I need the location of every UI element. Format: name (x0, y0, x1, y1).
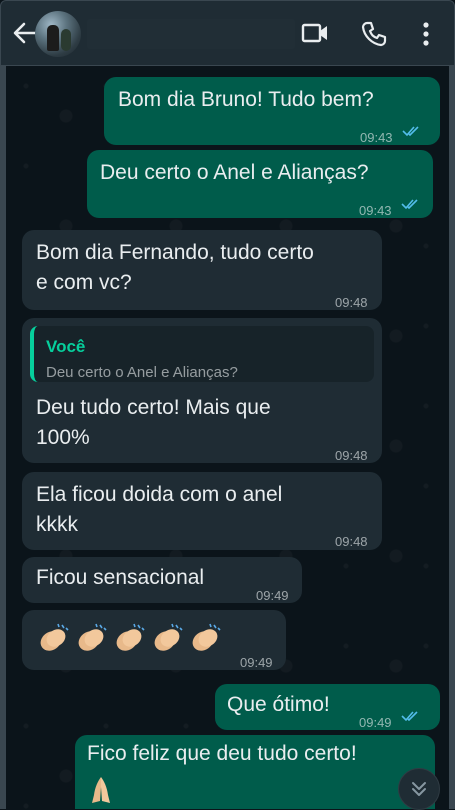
clapping-hands-icon (192, 623, 221, 651)
message-time: 09:43 (360, 130, 393, 145)
message-text: Deu certo o Anel e Alianças? (100, 161, 369, 184)
message-text-line: Deu tudo certo! Mais que (36, 396, 271, 419)
message-text-line: Ela ficou doida com o anel (36, 483, 283, 506)
folded-hands-icon (92, 777, 110, 803)
quoted-text: Deu certo o Anel e Alianças? (46, 364, 238, 381)
message-text-line: e com vc? (36, 271, 132, 294)
read-ticks-icon (401, 199, 418, 210)
avatar[interactable] (35, 11, 81, 57)
contact-name-redacted[interactable] (87, 19, 295, 49)
message-time: 09:48 (335, 295, 368, 310)
scroll-to-bottom-button[interactable] (398, 768, 440, 810)
arrow-left-icon[interactable] (11, 19, 37, 47)
clapping-hands-icon (116, 623, 145, 651)
message-outgoing[interactable]: Que ótimo! 09:49 (215, 684, 440, 730)
message-outgoing[interactable]: Fico feliz que deu tudo certo! (75, 735, 435, 809)
message-text: Que ótimo! (227, 693, 330, 716)
clapping-hands-row (36, 622, 226, 665)
message-time: 09:43 (359, 203, 392, 218)
message-incoming-emoji[interactable]: 09:49 (22, 610, 286, 670)
message-time: 09:49 (240, 655, 273, 670)
message-outgoing[interactable]: Bom dia Bruno! Tudo bem? 09:43 (104, 77, 440, 145)
clapping-hands-icon (40, 623, 69, 651)
message-time: 09:48 (335, 448, 368, 463)
message-incoming[interactable]: Ela ficou doida com o anel kkkk 09:48 (22, 472, 382, 550)
message-incoming-reply[interactable]: Você Deu certo o Anel e Alianças? Deu tu… (22, 318, 382, 463)
message-text: Fico feliz que deu tudo certo! (87, 742, 357, 765)
clapping-hands-icon (154, 623, 183, 651)
message-text: Ficou sensacional (36, 566, 205, 589)
video-camera-icon[interactable] (301, 21, 329, 45)
read-ticks-icon (401, 711, 418, 722)
message-time: 09:49 (359, 715, 392, 730)
double-chevron-down-icon (412, 782, 426, 796)
message-outgoing[interactable]: Deu certo o Anel e Alianças? 09:43 (87, 150, 433, 218)
clapping-hands-icon (78, 623, 107, 651)
message-incoming[interactable]: Bom dia Fernando, tudo certo e com vc? 0… (22, 230, 382, 310)
message-time: 09:49 (256, 588, 289, 603)
read-ticks-icon (402, 126, 419, 137)
message-text-line: Bom dia Fernando, tudo certo (36, 241, 314, 264)
message-text-line: 100% (36, 426, 90, 449)
phone-icon[interactable] (361, 21, 387, 47)
chat-header (0, 0, 455, 66)
message-time: 09:48 (335, 534, 368, 549)
message-incoming[interactable]: Ficou sensacional 09:49 (22, 557, 302, 603)
message-text: Bom dia Bruno! Tudo bem? (118, 88, 374, 111)
quoted-message[interactable]: Você Deu certo o Anel e Alianças? (30, 326, 374, 382)
more-vertical-icon[interactable] (419, 21, 433, 47)
message-text-line: kkkk (36, 513, 78, 536)
